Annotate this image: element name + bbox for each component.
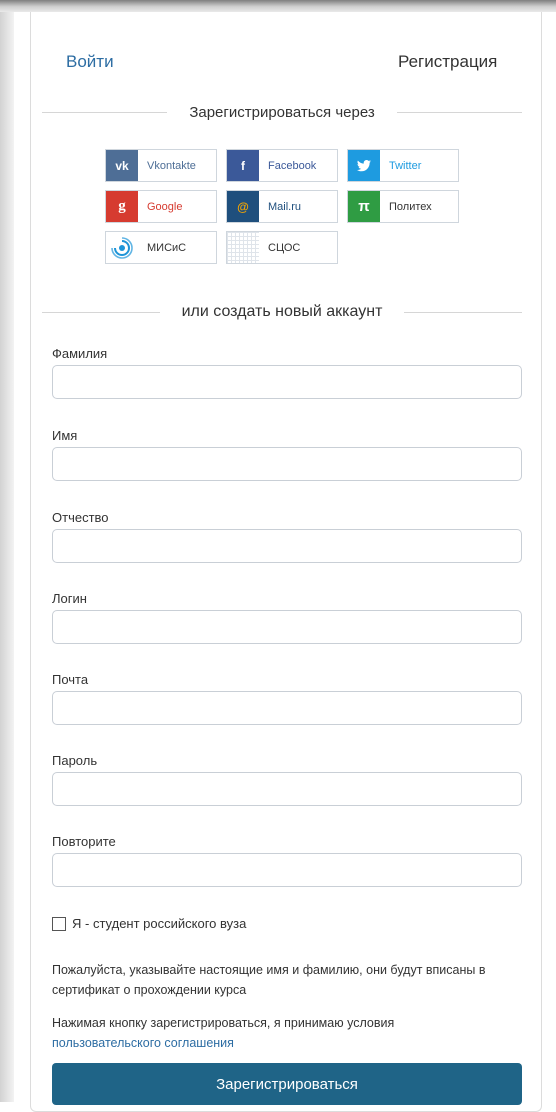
mailru-button[interactable]: @ Mail.ru: [226, 190, 338, 223]
repeat-password-input[interactable]: [52, 853, 522, 887]
vkontakte-button[interactable]: vk Vkontakte: [105, 149, 217, 182]
polytech-pi-icon: π: [348, 191, 380, 222]
student-checkbox-row[interactable]: Я - студент российского вуза: [52, 916, 246, 931]
divider-line: [396, 112, 523, 113]
student-checkbox[interactable]: [52, 916, 66, 931]
last-name-input[interactable]: [52, 365, 522, 399]
page-background-shade: [0, 12, 14, 1102]
divider-line: [42, 112, 168, 113]
social-label: Vkontakte: [147, 159, 196, 172]
twitter-button[interactable]: Twitter: [347, 149, 459, 182]
new-account-heading: или создать новый аккаунт: [181, 303, 383, 320]
email-label: Почта: [52, 672, 89, 687]
password-input[interactable]: [52, 772, 522, 806]
password-label: Пароль: [52, 753, 98, 768]
scos-button[interactable]: СЦОС: [226, 231, 338, 264]
email-input[interactable]: [52, 691, 522, 725]
patronymic-label: Отчество: [52, 510, 109, 525]
facebook-icon: f: [227, 150, 259, 181]
social-label: Facebook: [268, 159, 317, 172]
twitter-icon: [348, 150, 380, 181]
polytech-button[interactable]: π Политех: [347, 190, 459, 223]
social-label: Google: [147, 200, 183, 213]
student-checkbox-label: Я - студент российского вуза: [72, 916, 247, 931]
login-input[interactable]: [52, 610, 522, 644]
vk-icon: vk: [106, 150, 138, 181]
register-button[interactable]: Зарегистрироваться: [52, 1063, 522, 1105]
tab-register[interactable]: Регистрация: [398, 52, 497, 72]
social-login-grid: vk Vkontakte f Facebook Twitter g Google…: [105, 149, 459, 264]
misis-icon: [106, 232, 138, 263]
patronymic-input[interactable]: [52, 529, 522, 563]
first-name-input[interactable]: [52, 447, 522, 481]
new-account-divider: или создать новый аккаунт: [42, 303, 522, 321]
repeat-password-label: Повторите: [52, 834, 116, 849]
terms-text: Нажимая кнопку зарегистрироваться, я при…: [52, 1016, 395, 1030]
first-name-label: Имя: [52, 428, 78, 443]
google-icon: g: [106, 191, 138, 222]
certificate-notice: Пожалуйста, указывайте настоящие имя и ф…: [52, 963, 486, 997]
misis-button[interactable]: МИСиС: [105, 231, 217, 264]
login-label: Логин: [52, 591, 87, 606]
social-label: Политех: [389, 200, 432, 213]
social-label: СЦОС: [268, 241, 301, 254]
user-agreement-link[interactable]: пользовательского соглашения: [52, 1036, 234, 1050]
browser-top-bar: [0, 0, 556, 12]
social-heading: Зарегистрироваться через: [189, 104, 375, 121]
terms-notice: Нажимая кнопку зарегистрироваться, я при…: [52, 1013, 522, 1053]
scos-grid-icon: [227, 232, 259, 263]
social-label: МИСиС: [147, 241, 187, 254]
divider-line: [404, 311, 522, 313]
tab-login[interactable]: Войти: [66, 52, 114, 72]
google-button[interactable]: g Google: [105, 190, 217, 223]
last-name-label: Фамилия: [52, 346, 108, 361]
social-divider: Зарегистрироваться через: [42, 104, 523, 121]
social-label: Twitter: [389, 159, 422, 172]
divider-line: [42, 311, 160, 313]
facebook-button[interactable]: f Facebook: [226, 149, 338, 182]
social-label: Mail.ru: [268, 200, 302, 213]
mailru-icon: @: [227, 191, 259, 222]
